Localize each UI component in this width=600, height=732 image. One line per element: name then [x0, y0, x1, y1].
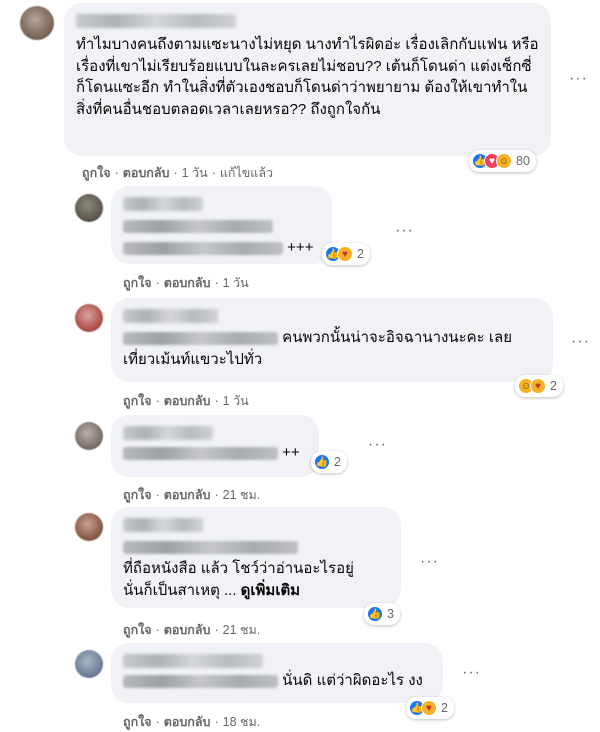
like-link[interactable]: ถูกใจ: [123, 623, 152, 637]
reaction-summary[interactable]: 👍 3: [364, 603, 400, 625]
timestamp[interactable]: 1 วัน: [182, 166, 208, 180]
timestamp[interactable]: 1 วัน: [223, 394, 249, 408]
reply-link[interactable]: ตอบกลับ: [164, 488, 211, 502]
avatar[interactable]: [75, 422, 103, 450]
comment-actions: ถูกใจ · ตอบกลับ · 21 ชม.: [123, 623, 261, 637]
like-link[interactable]: ถูกใจ: [123, 276, 152, 290]
like-icon: 👍: [367, 606, 383, 622]
like-link[interactable]: ถูกใจ: [123, 488, 152, 502]
reaction-summary[interactable]: 👍 ♥ ☺ 80: [469, 150, 536, 172]
reply-link[interactable]: ตอบกลับ: [164, 394, 211, 408]
comment-actions: ถูกใจ · ตอบกลับ · 1 วัน: [123, 394, 249, 408]
commenter-name-redacted[interactable]: [123, 426, 213, 440]
reaction-count: 2: [334, 455, 341, 469]
reply-link[interactable]: ตอบกลับ: [164, 715, 211, 729]
reaction-summary[interactable]: 👍 ♥ 2: [322, 243, 370, 265]
redacted-text: [123, 219, 273, 233]
commenter-name-redacted[interactable]: [123, 518, 203, 532]
more-options-icon[interactable]: ···: [395, 222, 414, 240]
reply-bubble: ที่ถือหนังสือ แล้ว โชว์ว่าอ่านอะไรอยู่ น…: [111, 507, 401, 608]
reaction-summary[interactable]: 👍 ♥ 2: [406, 697, 454, 719]
comment-text-line1: ที่ถือหนังสือ แล้ว โชว์ว่าอ่านอะไรอยู่: [123, 560, 354, 577]
timestamp[interactable]: 21 ชม.: [223, 623, 261, 637]
commenter-name-redacted[interactable]: [123, 654, 263, 668]
comment-text: นั่นดิ แต่ว่าผิดอะไร งง: [282, 672, 423, 689]
like-icon: 👍: [314, 454, 330, 470]
avatar[interactable]: [20, 6, 54, 40]
comment-text: ทำไมบางคนถึงตามแซะนางไม่หยุด นางทำไรผิดอ…: [76, 36, 539, 118]
reply-link[interactable]: ตอบกลับ: [164, 623, 211, 637]
reaction-count: 2: [550, 379, 557, 393]
comment-text-line1: คนพวกนั้นน่าจะอิจฉานางนะคะ เลย: [282, 329, 512, 346]
comment-bubble: ทำไมบางคนถึงตามแซะนางไม่หยุด นางทำไรผิดอ…: [64, 3, 551, 156]
more-options-icon[interactable]: ···: [368, 436, 387, 454]
comment-actions: ถูกใจ · ตอบกลับ · 1 วัน · แก้ไขแล้ว: [82, 166, 274, 180]
comment-actions: ถูกใจ · ตอบกลับ · 21 ชม.: [123, 488, 261, 502]
reply-bubble: +++: [111, 186, 332, 264]
comment-text: +++: [287, 239, 314, 256]
timestamp[interactable]: 18 ชม.: [223, 715, 261, 729]
like-link[interactable]: ถูกใจ: [123, 715, 152, 729]
more-options-icon[interactable]: ···: [569, 70, 588, 88]
haha-icon: ☺: [496, 153, 512, 169]
avatar[interactable]: [75, 513, 103, 541]
reaction-count: 2: [441, 701, 448, 715]
timestamp[interactable]: 21 ชม.: [223, 488, 261, 502]
redacted-text: [123, 674, 278, 688]
avatar[interactable]: [75, 194, 103, 222]
avatar[interactable]: [75, 304, 103, 332]
care-icon: ♥: [530, 378, 546, 394]
commenter-name-redacted[interactable]: [123, 197, 203, 211]
commenter-name-redacted[interactable]: [123, 309, 218, 323]
reply-link[interactable]: ตอบกลับ: [123, 166, 170, 180]
redacted-text: [123, 331, 278, 345]
reaction-summary[interactable]: 👍 2: [311, 451, 347, 473]
avatar[interactable]: [75, 650, 103, 678]
reaction-count: 2: [357, 247, 364, 261]
reaction-summary[interactable]: ☺ ♥ 2: [515, 375, 563, 397]
comment-text: ++: [282, 444, 300, 461]
redacted-text: [123, 446, 278, 460]
timestamp[interactable]: 1 วัน: [223, 276, 249, 290]
redacted-text: [123, 241, 283, 255]
comment-actions: ถูกใจ · ตอบกลับ · 1 วัน: [123, 276, 249, 290]
more-options-icon[interactable]: ···: [420, 553, 439, 571]
reaction-count: 80: [516, 154, 530, 168]
care-icon: ♥: [337, 246, 353, 262]
reply-bubble: ++: [111, 415, 319, 477]
comment-actions: ถูกใจ · ตอบกลับ · 18 ชม.: [123, 715, 261, 729]
comment-text-line2: เที่ยวเม้นท์แขวะไปทั่ว: [123, 351, 263, 368]
more-options-icon[interactable]: ···: [571, 333, 590, 351]
like-link[interactable]: ถูกใจ: [123, 394, 152, 408]
commenter-name-redacted[interactable]: [76, 14, 236, 28]
see-more-link[interactable]: ดูเพิ่มเติม: [241, 582, 300, 599]
comment-text-line2: นั่นก็เป็นสาเหตุ ...: [123, 582, 237, 599]
like-link[interactable]: ถูกใจ: [82, 166, 111, 180]
reply-bubble: นั่นดิ แต่ว่าผิดอะไร งง: [111, 643, 443, 703]
reaction-count: 3: [387, 607, 394, 621]
reply-link[interactable]: ตอบกลับ: [164, 276, 211, 290]
redacted-text: [123, 540, 298, 554]
reply-bubble: คนพวกนั้นน่าจะอิจฉานางนะคะ เลย เที่ยวเม้…: [111, 298, 553, 382]
care-icon: ♥: [421, 700, 437, 716]
more-options-icon[interactable]: ···: [462, 664, 481, 682]
edited-label: แก้ไขแล้ว: [219, 166, 274, 180]
